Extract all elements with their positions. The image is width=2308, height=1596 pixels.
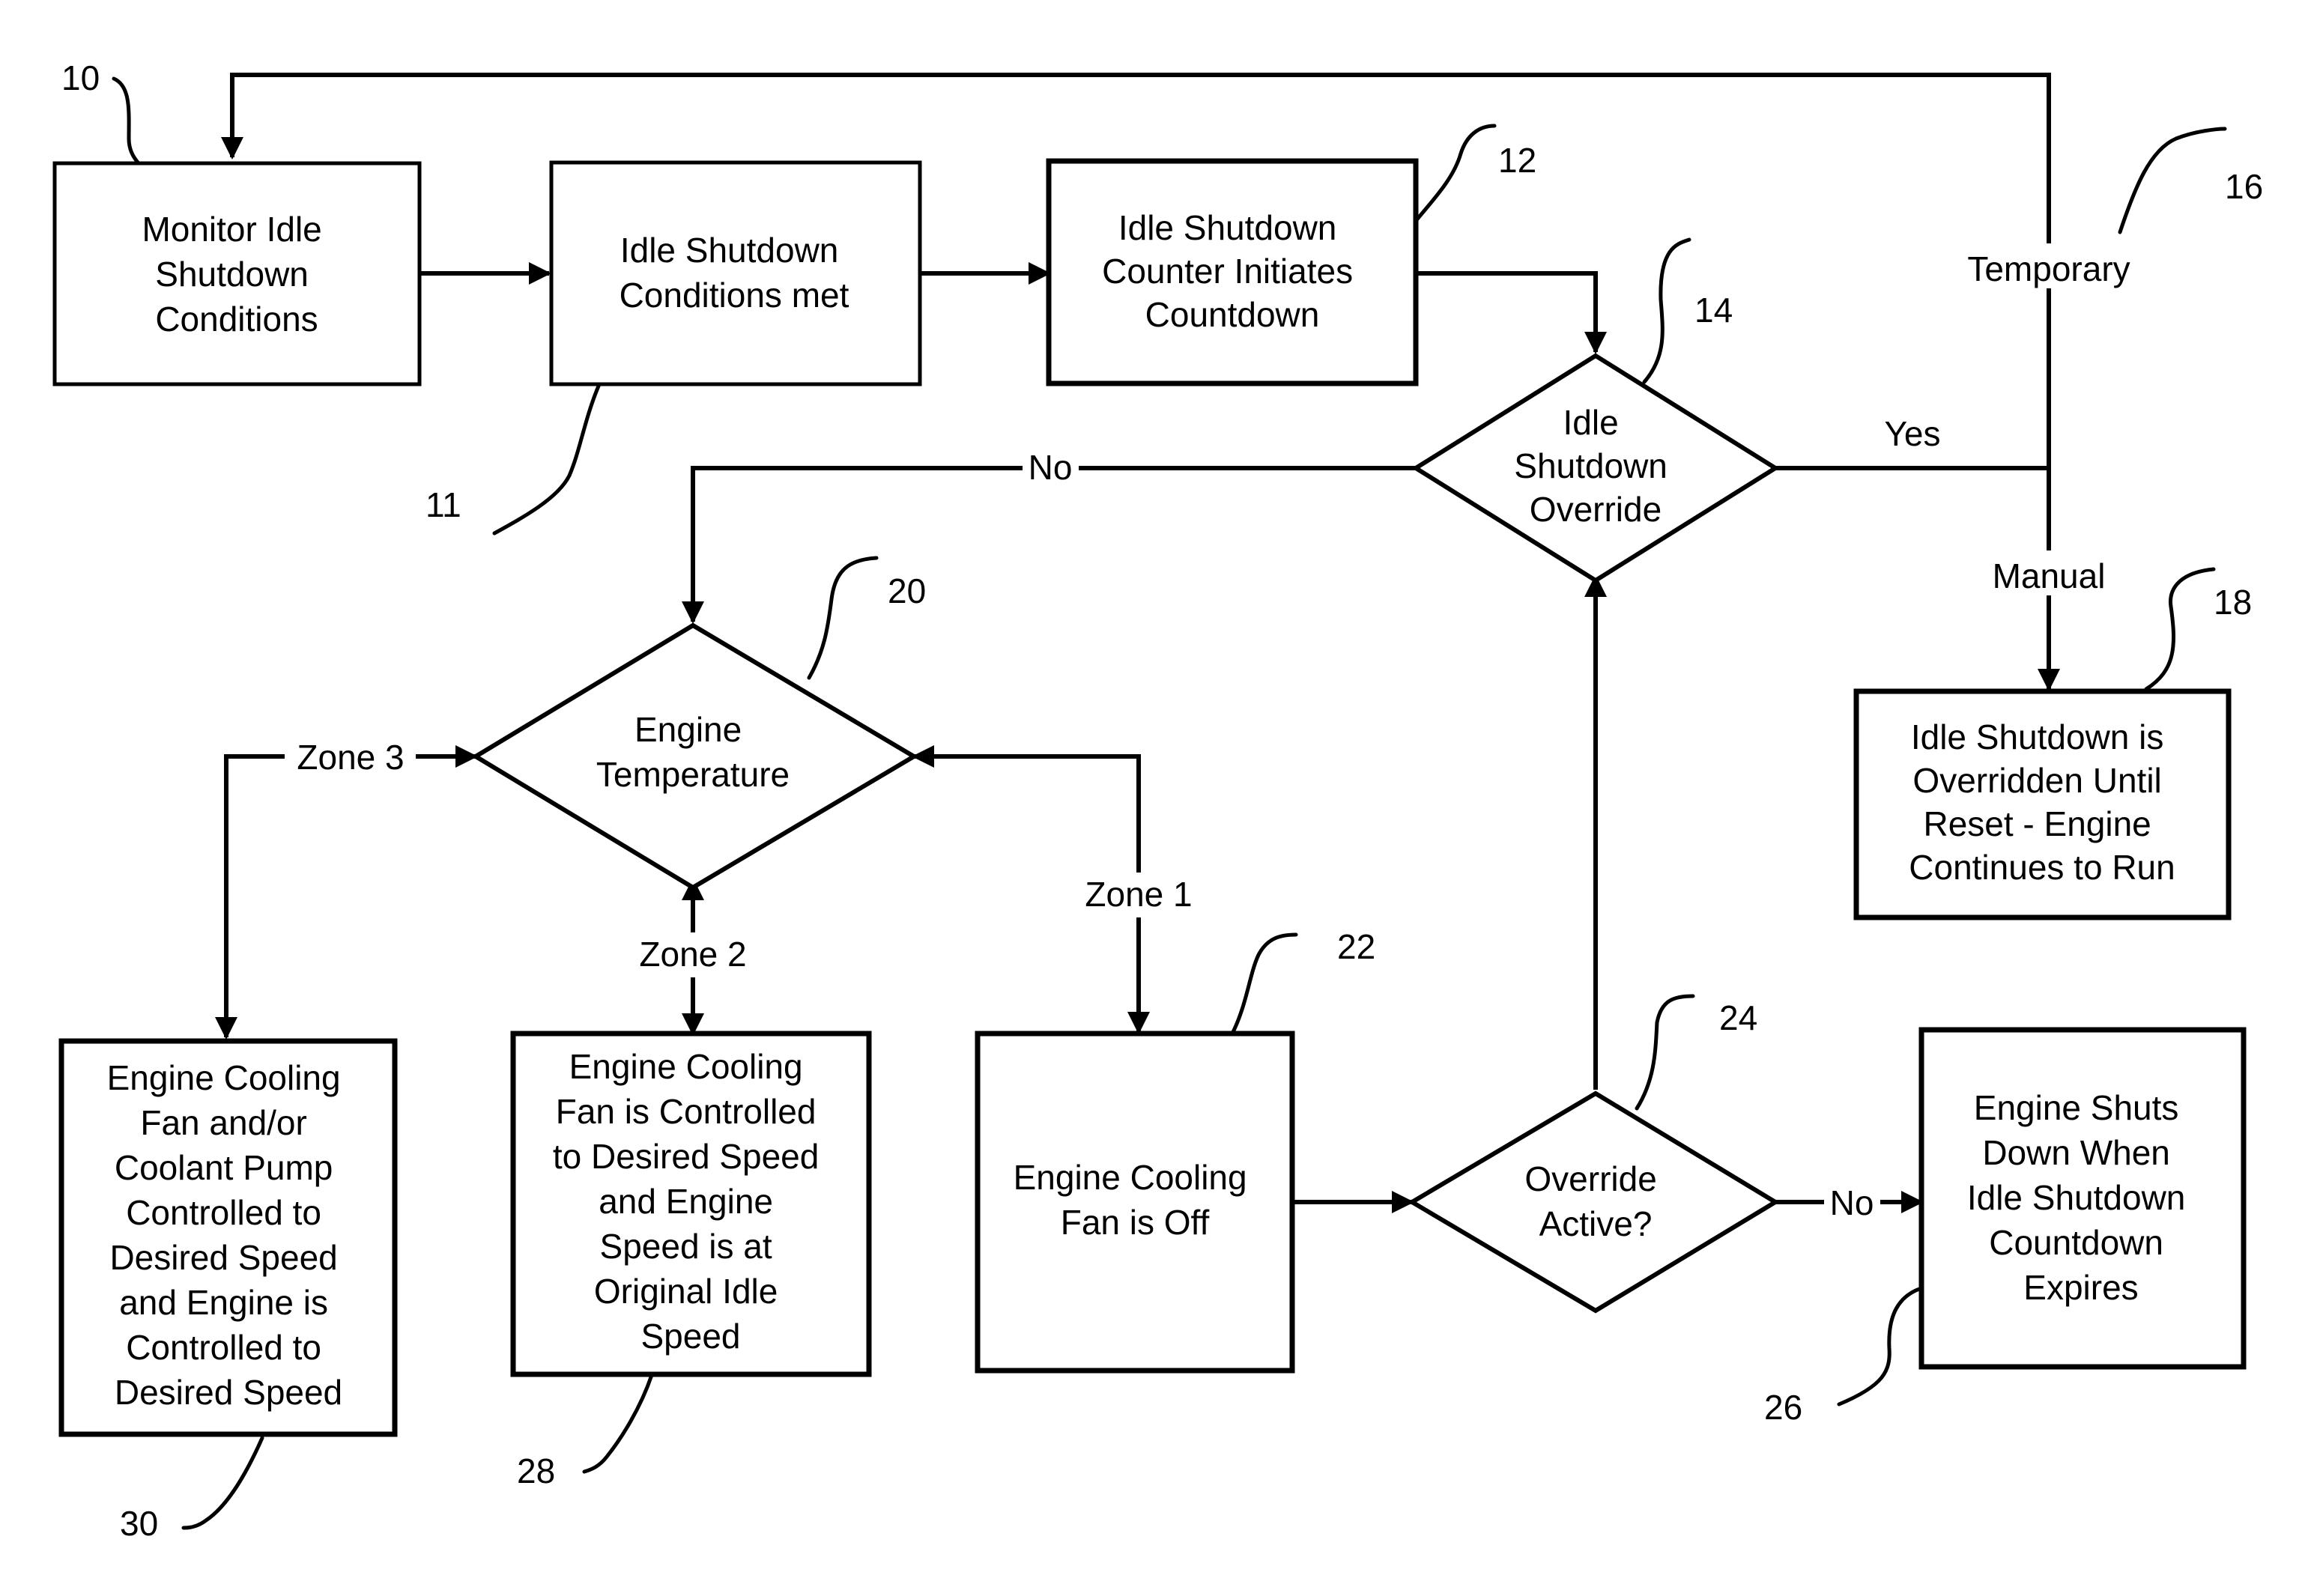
ref-num-16: 16 — [2225, 167, 2263, 206]
ref-num-22: 22 — [1337, 927, 1375, 966]
node-20-line-2: Temperature — [596, 755, 790, 794]
process-box-fan-off — [975, 1031, 1295, 1374]
ref-num-11: 11 — [425, 485, 461, 524]
ref-num-28: 28 — [517, 1451, 555, 1490]
node-30-line-5: Desired Speed — [109, 1238, 337, 1277]
node-30-line-1: Engine Cooling — [107, 1058, 341, 1097]
node-30-line-7: Controlled to — [126, 1328, 321, 1367]
leader-30 — [181, 1436, 264, 1530]
node-30-line-6: and Engine is — [119, 1283, 328, 1322]
node-26-line-4: Countdown — [1989, 1223, 2163, 1262]
leader-22 — [1230, 932, 1298, 1036]
edge-label-manual: Manual — [1993, 556, 2106, 595]
node-10-line-3: Conditions — [155, 300, 318, 339]
flowchart-canvas: Monitor Idle Shutdown Conditions Idle Sh… — [52, 58, 2263, 1543]
leader-18 — [2144, 567, 2216, 691]
connector-12-14 — [1416, 271, 1607, 354]
leader-20 — [807, 556, 879, 680]
edge-label-zone2: Zone 2 — [639, 935, 746, 974]
node-24-line-1: Override — [1524, 1159, 1656, 1198]
node-26-line-3: Idle Shutdown — [1967, 1178, 2186, 1217]
node-22[interactable]: Engine Cooling Fan is Off — [975, 1031, 1295, 1374]
edge-label-zone1: Zone 1 — [1085, 875, 1192, 914]
node-28-line-5: Speed is at — [600, 1227, 772, 1266]
node-18-line-1: Idle Shutdown is — [1911, 717, 2164, 756]
node-12-line-3: Countdown — [1145, 295, 1320, 334]
edge-label-yes: Yes — [1884, 414, 1940, 453]
node-12[interactable]: Idle Shutdown Counter Initiates Countdow… — [1046, 158, 1419, 386]
connector-14-no-20 — [682, 466, 1416, 624]
node-14-line-1: Idle — [1563, 403, 1619, 442]
node-24-line-2: Active? — [1539, 1204, 1653, 1243]
process-box-conditions-met — [549, 160, 922, 386]
node-28-line-7: Speed — [640, 1317, 740, 1356]
node-20[interactable]: Engine Temperature — [471, 622, 918, 890]
node-26-line-2: Down When — [1982, 1133, 2170, 1172]
node-11-line-1: Idle Shutdown — [620, 231, 839, 270]
ref-num-24: 24 — [1719, 998, 1757, 1037]
node-30[interactable]: Engine Cooling Fan and/or Coolant Pump C… — [58, 1038, 398, 1437]
node-10-line-1: Monitor Idle — [142, 210, 321, 249]
leader-16 — [2118, 127, 2227, 234]
ref-num-14: 14 — [1694, 291, 1733, 330]
edge-label-no-override: No — [1029, 448, 1073, 487]
ref-num-18: 18 — [2214, 583, 2252, 622]
ref-num-20: 20 — [888, 571, 926, 610]
leader-14 — [1642, 237, 1691, 384]
ref-num-10: 10 — [61, 58, 100, 97]
node-12-line-2: Counter Initiates — [1102, 252, 1353, 291]
node-22-line-1: Engine Cooling — [1014, 1158, 1247, 1197]
leader-10 — [112, 76, 141, 166]
node-26-line-5: Expires — [2023, 1268, 2138, 1307]
node-26-line-1: Engine Shuts — [1974, 1088, 2179, 1127]
node-22-line-2: Fan is Off — [1061, 1203, 1210, 1242]
node-10[interactable]: Monitor Idle Shutdown Conditions — [52, 161, 422, 386]
node-30-line-8: Desired Speed — [115, 1373, 342, 1412]
node-24[interactable]: Override Active? — [1408, 1090, 1780, 1314]
leader-28 — [582, 1373, 654, 1474]
node-26[interactable]: Engine Shuts Down When Idle Shutdown Cou… — [1918, 1027, 2247, 1370]
node-28[interactable]: Engine Cooling Fan is Controlled to Desi… — [510, 1031, 872, 1377]
node-20-line-1: Engine — [634, 710, 742, 749]
ref-num-12: 12 — [1498, 141, 1536, 180]
node-28-line-4: and Engine — [599, 1182, 773, 1221]
node-30-line-2: Fan and/or — [140, 1103, 306, 1142]
node-10-line-2: Shutdown — [155, 255, 309, 294]
leader-26 — [1837, 1286, 1924, 1407]
node-28-line-2: Fan is Controlled — [556, 1092, 817, 1131]
edge-label-zone3: Zone 3 — [297, 738, 404, 777]
node-14[interactable]: Idle Shutdown Override — [1411, 353, 1780, 583]
node-11-line-2: Conditions met — [620, 276, 849, 315]
node-18-line-2: Overridden Until — [1912, 761, 2161, 800]
node-30-line-4: Controlled to — [126, 1193, 321, 1232]
node-14-line-3: Override — [1530, 490, 1662, 529]
leader-24 — [1635, 994, 1695, 1111]
node-18-line-3: Reset - Engine — [1923, 804, 2151, 843]
edge-label-temporary: Temporary — [1967, 249, 2130, 288]
connector-zone3 — [215, 745, 478, 1040]
node-28-line-1: Engine Cooling — [569, 1047, 803, 1086]
node-14-line-2: Shutdown — [1514, 446, 1668, 485]
node-28-line-6: Original Idle — [594, 1272, 778, 1311]
ref-num-26: 26 — [1764, 1388, 1802, 1427]
node-28-line-3: to Desired Speed — [553, 1137, 819, 1176]
leader-11 — [492, 382, 602, 535]
svg-text:Monitor Idle Shutdown: Monitor Idle Shutdown Conditions — [142, 210, 331, 339]
edge-label-no-active: No — [1830, 1183, 1874, 1222]
node-18-line-4: Continues to Run — [1909, 848, 2175, 887]
leader-12 — [1414, 124, 1497, 223]
node-18[interactable]: Idle Shutdown is Overridden Until Reset … — [1853, 688, 2232, 920]
decision-diamond-override-active — [1408, 1090, 1780, 1314]
node-12-line-1: Idle Shutdown — [1118, 208, 1337, 247]
node-11[interactable]: Idle Shutdown Conditions met — [549, 160, 922, 386]
node-30-line-3: Coolant Pump — [115, 1148, 333, 1187]
ref-num-30: 30 — [120, 1504, 158, 1543]
